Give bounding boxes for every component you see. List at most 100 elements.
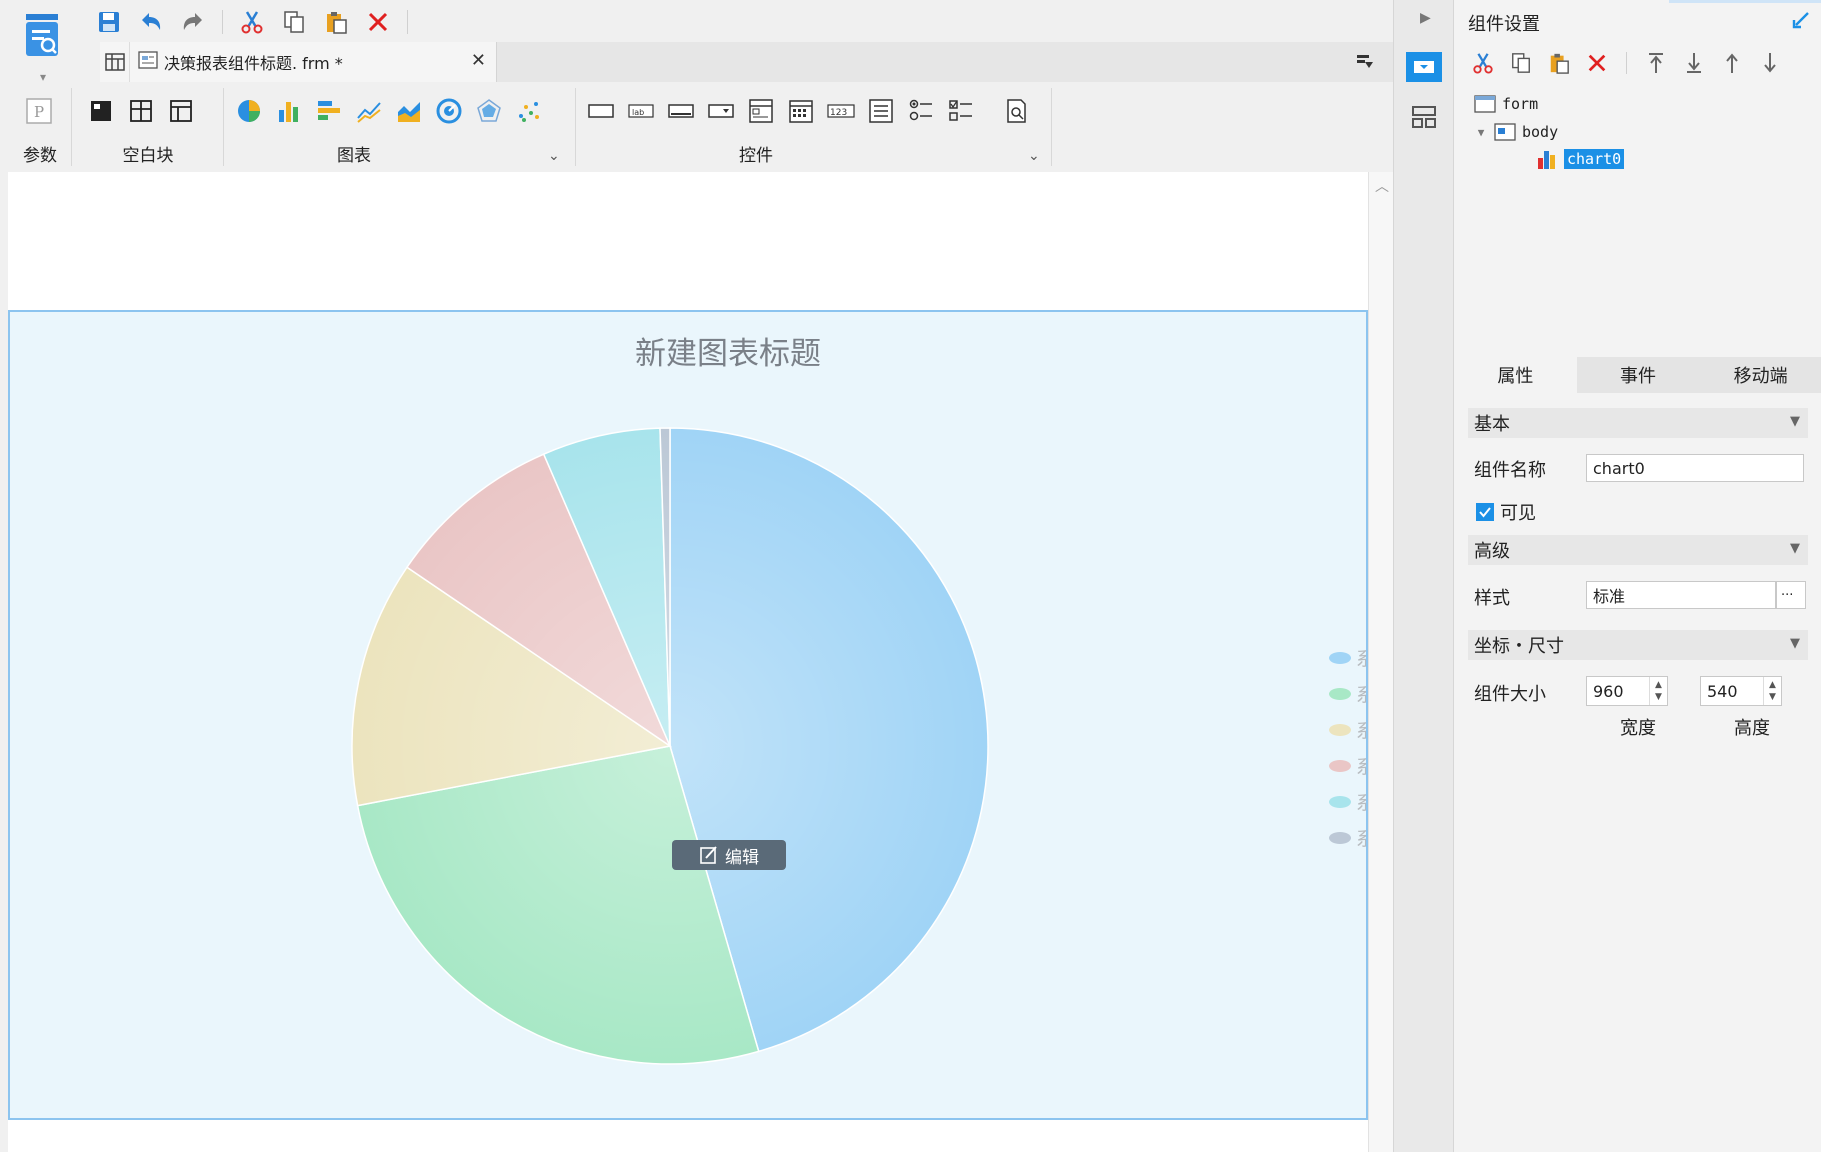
design-canvas[interactable]: 新建图表标题 系系系系系系 编辑 [8, 172, 1368, 1152]
insert-list-button[interactable] [866, 96, 896, 126]
insert-date-button[interactable] [786, 96, 816, 126]
delete-button[interactable] [361, 5, 395, 39]
ribbon-group-blank-block: 空白块 [72, 82, 224, 172]
legend-label: 系 [1356, 828, 1366, 850]
app-logo-icon [26, 14, 58, 56]
width-stepper[interactable]: 960 ▲ ▼ [1586, 676, 1668, 706]
insert-tabpane-button[interactable] [746, 96, 776, 126]
insert-gauge-chart-button[interactable] [434, 96, 464, 126]
insert-radiogroup-button[interactable] [906, 96, 936, 126]
legend-marker[interactable] [1329, 688, 1351, 700]
tab-close-icon[interactable]: ✕ [471, 50, 486, 71]
chevron-down-icon[interactable]: ⌄ [1028, 148, 1040, 164]
tree-copy-button[interactable] [1506, 48, 1536, 78]
arrow-down-icon [1764, 53, 1776, 73]
widget-settings-toggle[interactable] [1406, 52, 1442, 82]
insert-line-chart-button[interactable] [354, 96, 384, 126]
tree-node-chart0[interactable]: chart0 [1536, 148, 1625, 170]
blank-block-absolute-button[interactable] [86, 96, 116, 126]
radiogroup-icon [909, 99, 932, 121]
chart-widget[interactable]: 新建图表标题 系系系系系系 编辑 [8, 310, 1368, 1120]
move-to-bottom-button[interactable] [1679, 48, 1709, 78]
move-to-top-button[interactable] [1641, 48, 1671, 78]
copy-button[interactable] [277, 5, 311, 39]
tree-node-form[interactable]: form [1474, 94, 1538, 114]
preview-widget-button[interactable] [1002, 96, 1032, 126]
line-chart-icon [357, 102, 381, 123]
tree-delete-button[interactable] [1582, 48, 1612, 78]
insert-textbox-button[interactable] [586, 96, 616, 126]
insert-bar-chart-button[interactable] [274, 96, 304, 126]
pin-icon [1792, 12, 1809, 29]
move-up-button[interactable] [1717, 48, 1747, 78]
scroll-up-icon[interactable]: ︿ [1375, 176, 1389, 196]
blank-block-split-button[interactable] [126, 96, 156, 126]
cut-button[interactable] [235, 5, 269, 39]
tab-menu-button[interactable] [1353, 50, 1377, 74]
undo-icon [142, 13, 161, 30]
chart-legend[interactable]: 系系系系系系 [1329, 648, 1366, 850]
tree-node-body[interactable]: ▼ body [1474, 122, 1558, 142]
parameter-panel-button[interactable]: P [24, 96, 54, 126]
section-advanced-label: 高级 [1474, 541, 1510, 562]
body-icon [1494, 123, 1516, 141]
visible-checkbox[interactable] [1476, 503, 1494, 521]
pin-panel-button[interactable] [1791, 10, 1811, 35]
tab-properties[interactable]: 属性 [1454, 357, 1577, 393]
chevron-right-icon[interactable]: ▶ [1420, 10, 1431, 26]
legend-label: 系 [1356, 684, 1366, 706]
paste-icon [327, 12, 347, 34]
height-stepper[interactable]: 540 ▲ ▼ [1700, 676, 1782, 706]
move-down-button[interactable] [1755, 48, 1785, 78]
insert-label-button[interactable]: lab [626, 96, 656, 126]
canvas-vertical-scrollbar[interactable]: ︿ [1368, 172, 1393, 1152]
style-field[interactable]: 标准 [1586, 581, 1776, 609]
tab-mobile[interactable]: 移动端 [1699, 357, 1821, 393]
legend-marker[interactable] [1329, 652, 1351, 664]
paste-button[interactable] [319, 5, 353, 39]
insert-number-button[interactable]: 123 [826, 96, 856, 126]
split-layout-icon [130, 100, 152, 122]
blank-block-tab-button[interactable] [166, 96, 196, 126]
tree-expand-icon[interactable]: ▼ [1474, 126, 1488, 139]
insert-combobox-button[interactable] [706, 96, 736, 126]
area-chart-icon [398, 102, 420, 122]
insert-pie-chart-button[interactable] [234, 96, 264, 126]
checkboxgroup-icon [949, 100, 972, 121]
section-basic[interactable]: 基本 ▼ [1468, 408, 1808, 438]
insert-column-chart-button[interactable] [314, 96, 344, 126]
insert-radar-chart-button[interactable] [474, 96, 504, 126]
width-value: 960 [1593, 681, 1624, 701]
legend-marker[interactable] [1329, 796, 1351, 808]
redo-button[interactable] [176, 5, 210, 39]
form-document-icon [138, 50, 158, 75]
style-more-button[interactable]: ··· [1776, 581, 1806, 609]
section-advanced[interactable]: 高级 ▼ [1468, 535, 1808, 565]
tabpane-icon [749, 99, 773, 123]
visible-checkbox-row[interactable]: 可见 [1476, 499, 1536, 525]
edit-chart-button[interactable]: 编辑 [672, 840, 786, 870]
tab-events[interactable]: 事件 [1576, 357, 1700, 393]
stepper-arrows-icon[interactable]: ▲ ▼ [1763, 677, 1781, 705]
app-menu-button[interactable]: ▾ [24, 12, 66, 84]
insert-button-button[interactable] [666, 96, 696, 126]
tree-cut-button[interactable] [1468, 48, 1498, 78]
scissors-icon [1473, 53, 1493, 74]
legend-marker[interactable] [1329, 832, 1351, 844]
side-dock: ▶ [1393, 0, 1453, 1152]
tree-paste-button[interactable] [1544, 48, 1574, 78]
component-name-field[interactable]: chart0 [1586, 454, 1804, 482]
insert-area-chart-button[interactable] [394, 96, 424, 126]
layout-panel-toggle[interactable] [1408, 102, 1440, 132]
insert-checkboxgroup-button[interactable] [946, 96, 976, 126]
undo-button[interactable] [134, 5, 168, 39]
insert-scatter-chart-button[interactable] [514, 96, 544, 126]
stepper-arrows-icon[interactable]: ▲ ▼ [1649, 677, 1667, 705]
legend-marker[interactable] [1329, 760, 1351, 772]
chevron-down-icon[interactable]: ⌄ [548, 148, 560, 164]
legend-marker[interactable] [1329, 724, 1351, 736]
chevron-down-icon: ▼ [1790, 541, 1800, 556]
tab-document[interactable]: 决策报表组件标题. frm * ✕ [100, 42, 497, 82]
save-button[interactable] [92, 5, 126, 39]
section-position-size[interactable]: 坐标・尺寸 ▼ [1468, 630, 1808, 660]
